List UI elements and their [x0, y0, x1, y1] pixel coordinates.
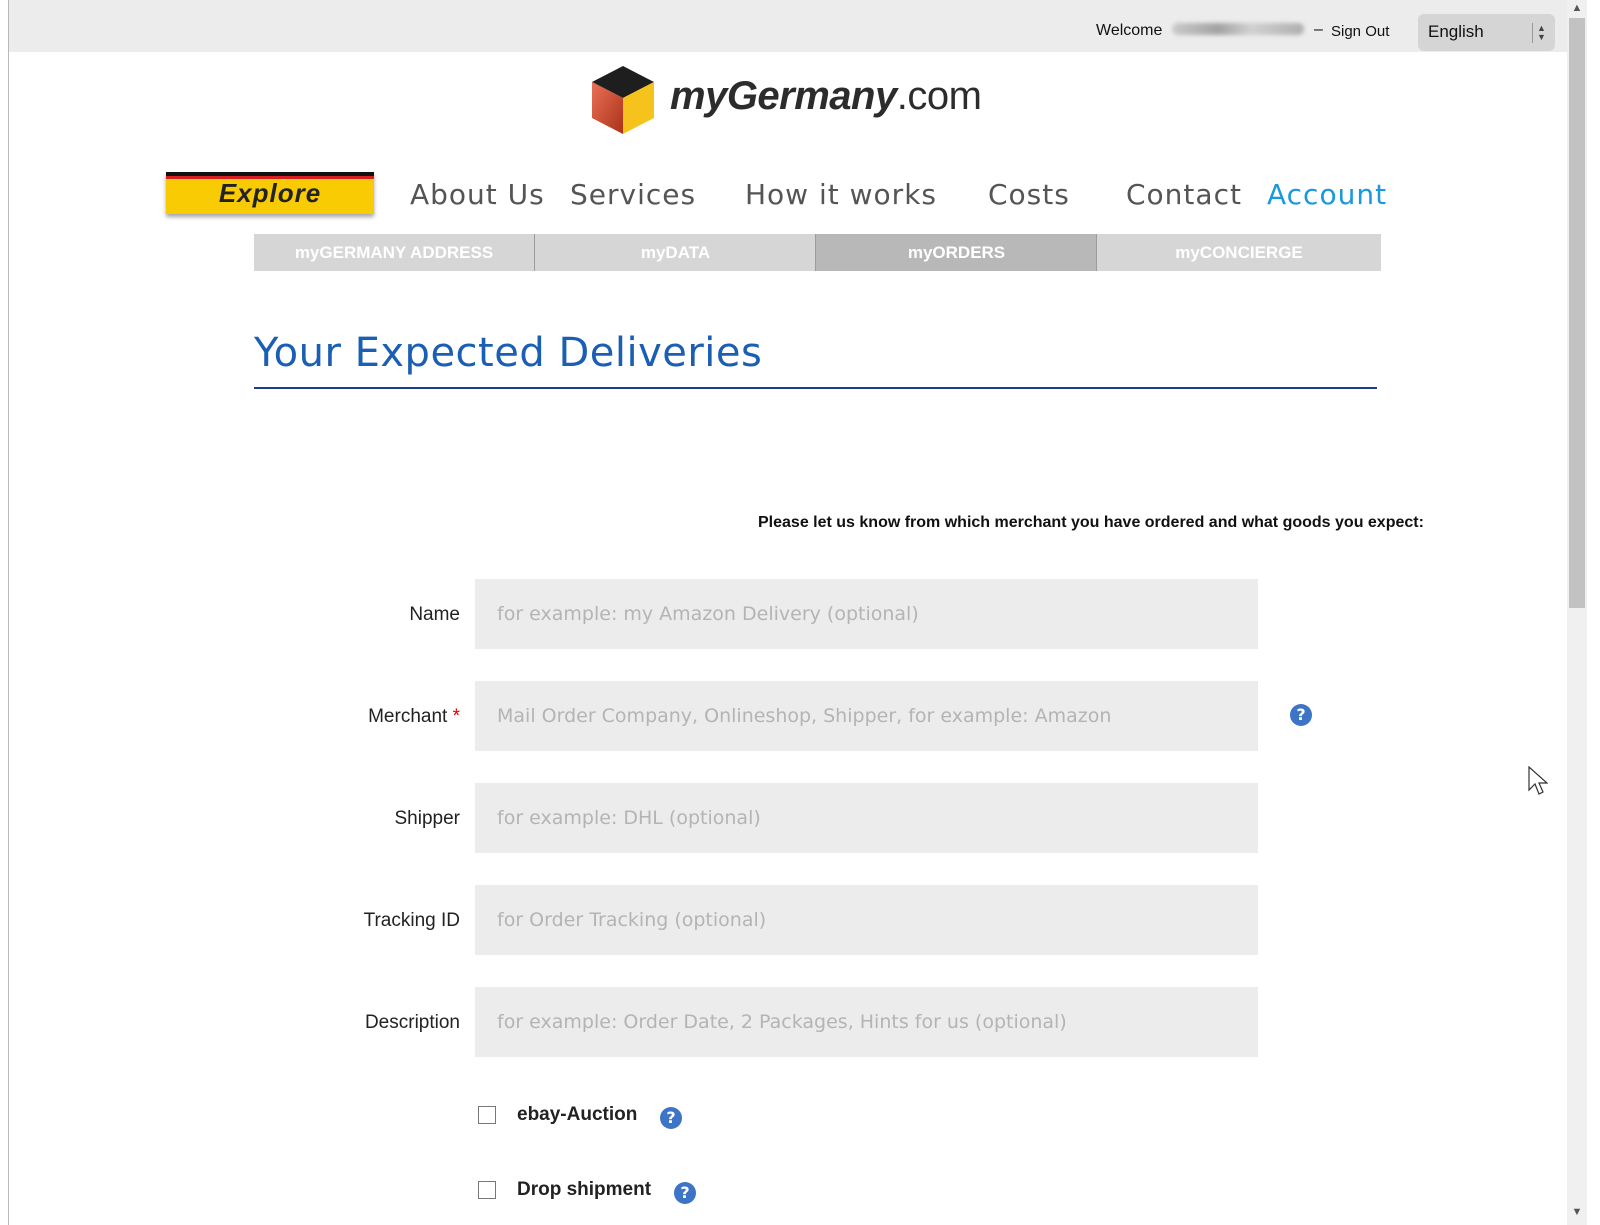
scrollbar-thumb[interactable] [1569, 18, 1585, 608]
shipper-label: Shipper [394, 808, 461, 829]
drop-shipment-label[interactable]: Drop shipment [517, 1179, 651, 1201]
tab-mygermany-address[interactable]: myGERMANY ADDRESS [254, 234, 534, 271]
welcome-label: Welcome [1096, 22, 1163, 39]
merchant-label: Merchant * [368, 706, 460, 727]
ebay-auction-checkbox[interactable] [478, 1106, 496, 1124]
blurred-username [1172, 23, 1304, 35]
cube-logo-icon [592, 66, 654, 134]
explore-button[interactable]: Explore [166, 172, 374, 214]
description-label: Description [364, 1012, 460, 1033]
language-value: English [1428, 22, 1484, 41]
description-input[interactable] [475, 987, 1258, 1057]
header-separator: – [1314, 21, 1323, 38]
nav-account[interactable]: Account [1267, 178, 1387, 211]
shipper-input[interactable] [475, 783, 1258, 853]
drop-shipment-checkbox[interactable] [478, 1181, 496, 1199]
form-intro-text: Please let us know from which merchant y… [758, 514, 1424, 531]
tab-myorders[interactable]: myORDERS [815, 234, 1097, 271]
select-arrows-icon: ▲ ▼ [1532, 23, 1547, 43]
title-divider [254, 387, 1377, 389]
nav-about-us[interactable]: About Us [410, 178, 545, 211]
account-subnav: myGERMANY ADDRESS myDATA myORDERS myCONC… [254, 234, 1381, 271]
ebay-help-icon[interactable]: ? [660, 1107, 682, 1129]
mouse-cursor-icon [1528, 766, 1548, 795]
tab-myconcierge[interactable]: myCONCIERGE [1096, 234, 1381, 271]
required-marker: * [452, 706, 460, 727]
scroll-up-icon[interactable]: ▲ [1569, 2, 1585, 18]
nav-costs[interactable]: Costs [988, 178, 1070, 211]
merchant-input[interactable] [475, 681, 1258, 751]
nav-services[interactable]: Services [570, 178, 696, 211]
nav-how-it-works[interactable]: How it works [745, 178, 937, 211]
nav-contact[interactable]: Contact [1126, 178, 1242, 211]
site-logo[interactable]: myGermany.com [590, 64, 1000, 136]
drop-shipment-help-icon[interactable]: ? [674, 1182, 696, 1204]
sign-out-link[interactable]: Sign Out [1331, 23, 1389, 40]
ebay-auction-label[interactable]: ebay-Auction [517, 1104, 637, 1126]
name-label: Name [409, 604, 460, 625]
merchant-help-icon[interactable]: ? [1290, 704, 1312, 726]
tracking-id-label: Tracking ID [363, 910, 460, 931]
page-title: Your Expected Deliveries [254, 330, 763, 376]
logo-wordmark: myGermany.com [670, 74, 982, 118]
tracking-id-input[interactable] [475, 885, 1258, 955]
language-select[interactable]: English ▲ ▼ [1418, 14, 1555, 51]
window-border [8, 0, 9, 1225]
tab-mydata[interactable]: myDATA [534, 234, 816, 271]
name-input[interactable] [475, 579, 1258, 649]
scroll-down-icon[interactable]: ▼ [1569, 1206, 1585, 1222]
